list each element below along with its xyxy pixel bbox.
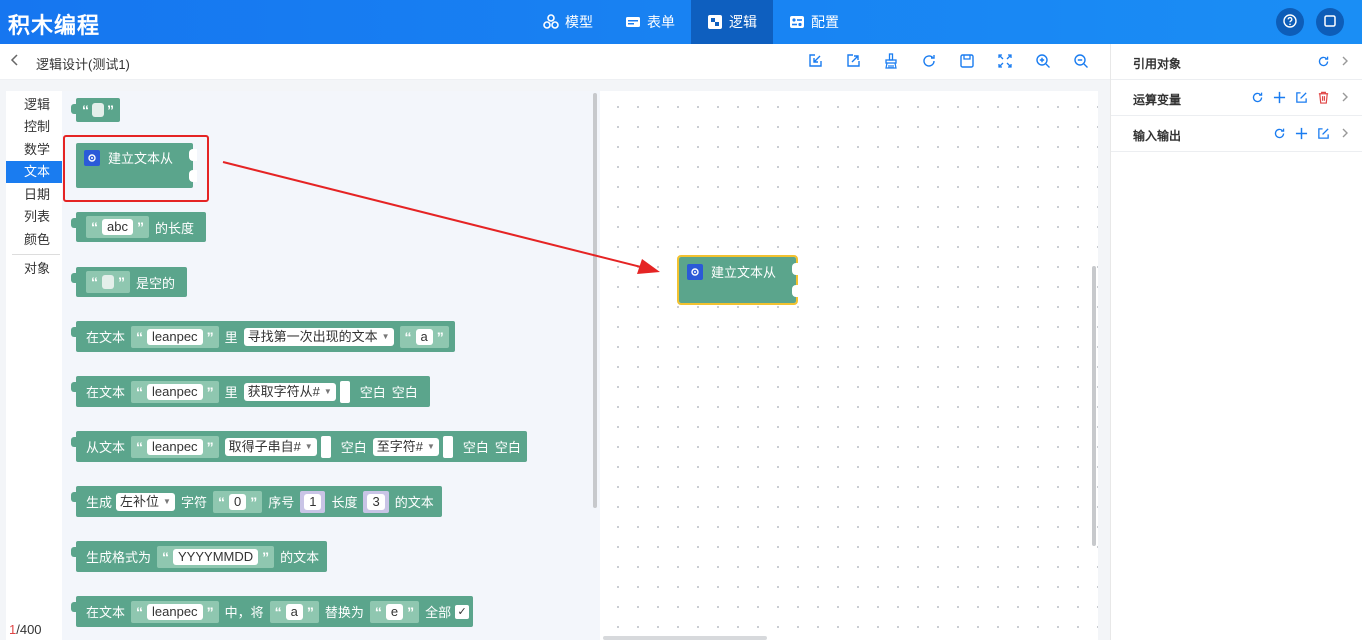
charat-dropdown[interactable]: 获取字符从# ▼ — [243, 382, 336, 401]
panel-row-label: 引用对象 — [1133, 57, 1182, 71]
edit-icon[interactable] — [1315, 125, 1331, 141]
chevron-right-icon[interactable] — [1337, 89, 1353, 105]
panel-row-label: 输入输出 — [1133, 129, 1182, 143]
app-title: 积木编程 — [8, 13, 101, 38]
zoom-out-icon[interactable] — [1072, 52, 1090, 70]
canvas-scrollbar-horizontal[interactable] — [603, 636, 767, 640]
config-icon — [789, 14, 805, 30]
header-actions — [1276, 8, 1344, 36]
add-icon[interactable] — [1293, 125, 1309, 141]
sub-header: 逻辑设计(测试1) — [0, 44, 1110, 80]
add-icon[interactable] — [1271, 89, 1287, 105]
category-divider — [12, 254, 60, 255]
text-substring-block[interactable]: 从文本 “leanpec” 取得子串自# ▼ 空白 至字符# ▼ 空白 空白 — [71, 431, 527, 462]
empty-value — [92, 103, 104, 117]
nav-form[interactable]: 表单 — [609, 0, 691, 44]
model-icon — [543, 14, 559, 30]
delete-icon[interactable] — [1315, 89, 1331, 105]
counter-total: /400 — [16, 622, 42, 637]
text-charat-block[interactable]: 在文本 “leanpec” 里 获取字符从# ▼ 空白 空白 — [71, 376, 430, 407]
nav-model-label: 模型 — [565, 14, 593, 30]
category-math[interactable]: 数学 — [6, 139, 62, 161]
panel-row-variables[interactable]: 运算变量 — [1111, 80, 1362, 116]
text-replace-block[interactable]: 在文本 “leanpec” 中，将 “a” 替换为 “e” 全部 ✓ — [71, 596, 474, 627]
pad-dropdown[interactable]: 左补位 ▼ — [116, 492, 175, 511]
zoom-in-icon[interactable] — [1034, 52, 1052, 70]
top-header: 积木编程 模型 表单 逻辑 配置 — [0, 0, 1362, 44]
category-list-item[interactable]: 列表 — [6, 206, 62, 228]
refresh-icon[interactable] — [1249, 89, 1265, 105]
panel-row-io[interactable]: 输入输出 — [1111, 116, 1362, 152]
canvas-create-text-block[interactable]: 建立文本从 — [677, 255, 800, 305]
form-icon — [625, 14, 641, 30]
save-icon[interactable] — [958, 52, 976, 70]
text-empty-block[interactable]: “” 是空的 — [71, 267, 188, 297]
gear-icon[interactable] — [687, 263, 703, 280]
refresh-icon[interactable] — [1271, 125, 1287, 141]
import-icon[interactable] — [806, 52, 824, 70]
chevron-right-icon[interactable] — [1337, 53, 1353, 69]
block-counter: 1/400 — [9, 622, 42, 637]
page-title: 逻辑设计(测试1) — [36, 57, 130, 72]
flyout-scrollbar[interactable] — [593, 93, 597, 508]
main-nav: 模型 表单 逻辑 配置 — [527, 0, 855, 44]
canvas-toolbar — [806, 52, 1090, 70]
text-literal-block[interactable]: “” — [71, 98, 120, 122]
refresh-icon[interactable] — [1315, 53, 1331, 69]
panel-row-references[interactable]: 引用对象 — [1111, 44, 1362, 80]
nav-logic-label: 逻辑 — [729, 14, 757, 30]
dropdown-arrow-icon: ▼ — [381, 331, 390, 341]
edit-icon[interactable] — [1293, 89, 1309, 105]
chevron-right-icon[interactable] — [1337, 125, 1353, 141]
nav-config-label: 配置 — [811, 14, 839, 30]
logic-icon — [707, 14, 723, 30]
category-control[interactable]: 控制 — [6, 116, 62, 138]
export-icon[interactable] — [844, 52, 862, 70]
block-canvas[interactable] — [600, 91, 1098, 640]
nav-model[interactable]: 模型 — [527, 0, 609, 44]
clean-icon[interactable] — [882, 52, 900, 70]
help-button[interactable] — [1276, 8, 1304, 36]
panel-row-label: 运算变量 — [1133, 93, 1182, 107]
canvas-scrollbar-vertical[interactable] — [1092, 266, 1096, 546]
text-length-block[interactable]: “abc” 的长度 — [71, 212, 206, 242]
highlight-box — [63, 135, 209, 202]
category-text[interactable]: 文本 — [6, 161, 62, 183]
category-object[interactable]: 对象 — [6, 258, 62, 280]
find-dropdown[interactable]: 寻找第一次出现的文本 ▼ — [243, 327, 394, 346]
nav-logic[interactable]: 逻辑 — [691, 0, 773, 44]
refresh-icon[interactable] — [920, 52, 938, 70]
substr-from-dropdown[interactable]: 取得子串自# ▼ — [224, 437, 317, 456]
help-icon — [1283, 13, 1297, 31]
right-panel: 引用对象 运算变量 输入输出 — [1110, 44, 1362, 640]
replace-all-checkbox[interactable]: ✓ — [455, 604, 470, 619]
window-icon — [1323, 14, 1337, 31]
back-icon[interactable] — [10, 53, 20, 70]
nav-form-label: 表单 — [647, 14, 675, 30]
text-format-block[interactable]: 生成格式为 “YYYYMMDD” 的文本 — [71, 541, 328, 572]
category-logic[interactable]: 逻辑 — [6, 94, 62, 116]
nav-config[interactable]: 配置 — [773, 0, 855, 44]
category-date[interactable]: 日期 — [6, 184, 62, 206]
fit-icon[interactable] — [996, 52, 1014, 70]
category-list: 逻辑 控制 数学 文本 日期 列表 颜色 对象 — [6, 91, 62, 640]
text-indexof-block[interactable]: 在文本 “leanpec” 里 寻找第一次出现的文本 ▼ “a” — [71, 321, 455, 352]
window-button[interactable] — [1316, 8, 1344, 36]
text-pad-block[interactable]: 生成 左补位 ▼ 字符 “0” 序号 1 长度 3 的文本 — [71, 486, 442, 517]
substr-to-dropdown[interactable]: 至字符# ▼ — [372, 437, 439, 456]
category-color[interactable]: 颜色 — [6, 229, 62, 251]
canvas-create-text-label: 建立文本从 — [711, 265, 777, 280]
